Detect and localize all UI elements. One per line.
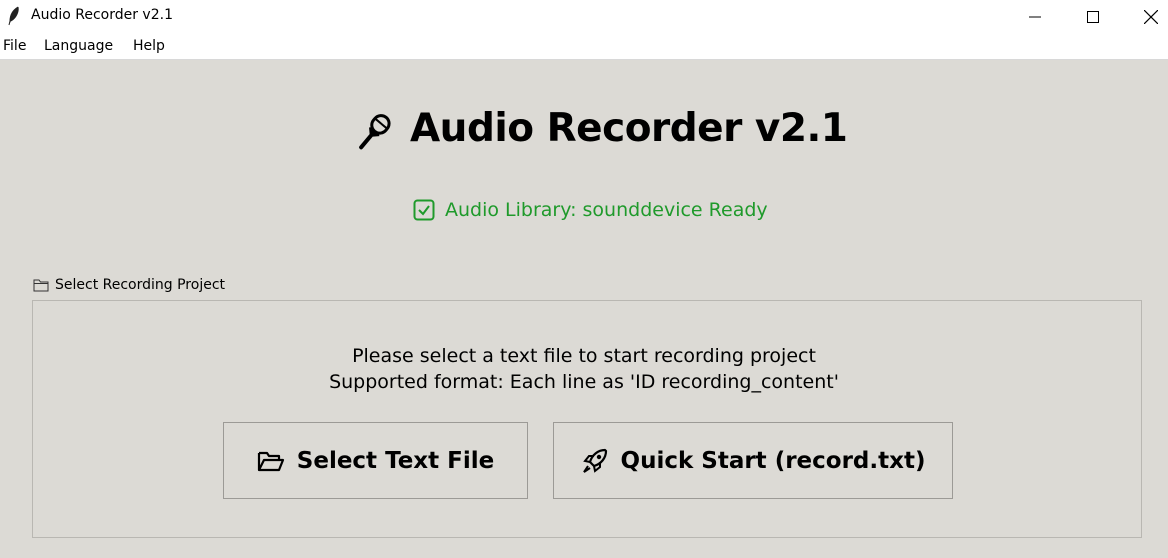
status-message: Audio Library: sounddevice Ready [413,197,768,223]
close-icon [1144,9,1158,24]
app-heading: Audio Recorder v2.1 [354,102,848,154]
window-title: Audio Recorder v2.1 [31,7,173,23]
page-title: Audio Recorder v2.1 [410,105,848,151]
quick-start-label: Quick Start (record.txt) [620,447,926,474]
microphone-icon [359,114,391,150]
instruction-line-1: Please select a text file to start recor… [352,345,816,367]
select-text-file-label: Select Text File [296,447,495,474]
feather-icon [8,6,19,26]
open-folder-icon [257,451,284,471]
maximize-button[interactable] [1064,0,1122,33]
close-button[interactable] [1122,0,1168,33]
minimize-button[interactable] [1006,0,1064,33]
project-group-box [32,300,1142,538]
rocket-icon [582,448,607,473]
menu-file[interactable]: File [3,38,26,54]
project-group-label: Select Recording Project [33,275,225,295]
folder-icon [33,279,49,292]
group-label-text: Select Recording Project [55,277,226,293]
maximize-icon [1087,10,1099,23]
check-box-icon [413,199,435,221]
menu-language[interactable]: Language [44,38,113,54]
quick-start-button[interactable]: Quick Start (record.txt) [553,422,953,499]
minimize-icon [1029,16,1041,17]
select-text-file-button[interactable]: Select Text File [223,422,528,499]
title-bar: Audio Recorder v2.1 [0,0,1168,33]
instruction-line-2: Supported format: Each line as 'ID recor… [329,371,839,393]
menu-help[interactable]: Help [133,38,165,54]
status-text: Audio Library: sounddevice Ready [445,199,768,221]
menu-bar: File Language Help [0,33,1168,60]
